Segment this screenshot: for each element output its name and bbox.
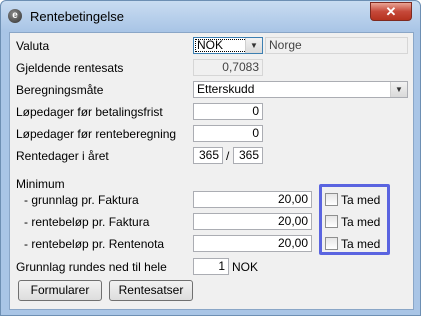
rentesatser-button-label: Rentesatser (118, 283, 184, 297)
valuta-name-value: Norge (269, 38, 302, 52)
rentedager-value-2: 365 (238, 148, 259, 162)
beregningsmate-select[interactable]: Etterskudd ▼ (193, 81, 408, 98)
rounding-unit: NOK (232, 260, 259, 274)
title-bar[interactable]: e Rentebetingelse ✕ (1, 1, 420, 31)
rounding-input[interactable]: 1 (193, 258, 229, 275)
minimum-row-label: - rentebeløp pr. Faktura (24, 215, 150, 229)
beregningsmate-label: Beregningsmåte (16, 83, 104, 97)
ta-med-highlight-frame (319, 184, 390, 255)
rentesatser-button[interactable]: Rentesatser (109, 280, 193, 301)
minimum-rentebelop-faktura-value: 20,00 (277, 214, 308, 228)
rentesats-label: Gjeldende rentesats (16, 61, 124, 75)
minimum-rentebelop-rentenota-input[interactable]: 20,00 (193, 235, 312, 252)
rounding-label: Grunnlag rundes ned til hele (16, 260, 167, 274)
lopedager-rente-value: 0 (252, 126, 259, 140)
valuta-code-select[interactable]: NOK ▼ (193, 37, 263, 54)
minimum-rentebelop-rentenota-value: 20,00 (277, 236, 308, 250)
lopedager-betaling-value: 0 (252, 104, 259, 118)
app-icon: e (8, 9, 22, 23)
valuta-name-field: Norge (265, 37, 408, 54)
window-title: Rentebetingelse (30, 9, 124, 24)
dialog-window: e Rentebetingelse ✕ Valuta NOK ▼ Norge G… (0, 0, 421, 316)
rentedager-input-2[interactable]: 365 (233, 147, 263, 164)
valuta-code-value: NOK (197, 38, 224, 52)
rentedager-separator: / (226, 149, 230, 163)
close-button[interactable]: ✕ (370, 2, 412, 21)
rentedager-input-1[interactable]: 365 (193, 147, 223, 164)
minimum-row-label: - rentebeløp pr. Rentenota (24, 237, 165, 251)
rounding-value: 1 (218, 259, 225, 273)
rentedager-value-1: 365 (198, 148, 219, 162)
lopedager-betaling-input[interactable]: 0 (193, 103, 263, 120)
lopedager-rente-label: Løpedager før renteberegning (16, 127, 177, 141)
lopedager-rente-input[interactable]: 0 (193, 125, 263, 142)
minimum-grunnlag-input[interactable]: 20,00 (193, 191, 312, 208)
close-icon: ✕ (385, 4, 397, 19)
formularer-button-label: Formularer (30, 283, 90, 297)
chevron-down-icon[interactable]: ▼ (245, 38, 262, 53)
rentesats-field: 0,7083 (193, 59, 263, 76)
minimum-row-label: - grunnlag pr. Faktura (24, 193, 139, 207)
minimum-rentebelop-faktura-input[interactable]: 20,00 (193, 213, 312, 230)
rentesats-value: 0,7083 (222, 60, 259, 74)
minimum-grunnlag-value: 20,00 (277, 192, 308, 206)
formularer-button[interactable]: Formularer (18, 280, 102, 301)
rentedager-label: Rentedager i året (16, 149, 109, 163)
chevron-down-icon[interactable]: ▼ (390, 82, 407, 97)
dialog-client-area: Valuta NOK ▼ Norge Gjeldende rentesats 0… (9, 32, 414, 310)
beregningsmate-value: Etterskudd (197, 82, 255, 96)
lopedager-betaling-label: Løpedager før betalingsfrist (16, 105, 163, 119)
valuta-label: Valuta (16, 39, 50, 53)
minimum-heading: Minimum (16, 177, 65, 191)
